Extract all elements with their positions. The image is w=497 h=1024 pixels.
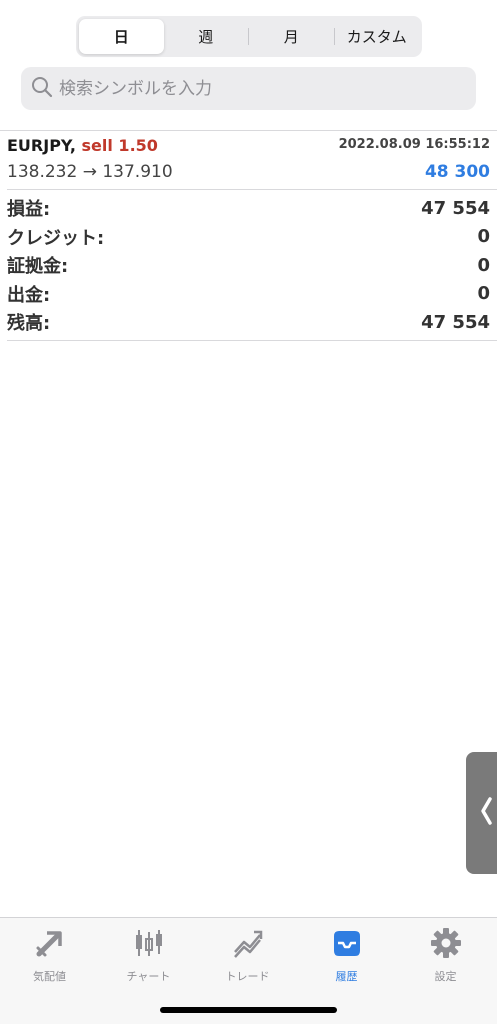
divider — [7, 189, 497, 190]
summary-value: 0 — [477, 283, 490, 305]
summary-label: 証拠金: — [7, 256, 69, 278]
search-input[interactable] — [59, 78, 459, 99]
summary-label: クレジット: — [7, 227, 105, 249]
candlestick-icon — [132, 926, 166, 964]
tab-chart[interactable]: チャート — [99, 926, 198, 984]
tab-label: 気配値 — [33, 970, 66, 983]
trade-side-size: sell 1.50 — [81, 136, 158, 155]
summary-section: 損益: 47 554 クレジット: 0 証拠金: 0 出金: 0 残高: 47 … — [7, 194, 490, 337]
chevron-left-icon — [479, 796, 493, 830]
tab-settings[interactable]: 設定 — [396, 926, 495, 984]
summary-row-credit: クレジット: 0 — [7, 223, 490, 252]
summary-value: 0 — [477, 254, 490, 276]
tab-week[interactable]: 週 — [164, 19, 249, 54]
trade-profit: 48 300 — [424, 162, 490, 182]
inbox-tray-icon — [330, 926, 364, 964]
trade-symbol: EURJPY, sell 1.50 — [7, 136, 158, 155]
divider — [7, 340, 497, 341]
tab-label: チャート — [126, 970, 171, 983]
summary-row-deposit: 証拠金: 0 — [7, 251, 490, 280]
history-trade-row[interactable]: EURJPY, sell 1.50 2022.08.09 16:55:12 13… — [0, 131, 497, 189]
summary-row-balance: 残高: 47 554 — [7, 308, 490, 337]
summary-label: 残高: — [7, 313, 51, 335]
quotes-arrow-icon — [33, 926, 67, 964]
search-icon — [31, 76, 53, 102]
summary-value: 0 — [477, 226, 490, 248]
summary-value: 47 554 — [421, 311, 490, 333]
tab-label: 設定 — [434, 970, 457, 983]
symbol-name: EURJPY, — [7, 136, 76, 155]
tab-day[interactable]: 日 — [79, 19, 164, 54]
gear-icon — [429, 926, 463, 964]
trade-prices: 138.232 → 137.910 — [7, 162, 173, 182]
tab-history[interactable]: 履歴 — [297, 926, 396, 984]
tab-trade[interactable]: トレード — [198, 926, 297, 984]
home-indicator — [160, 1007, 337, 1013]
summary-row-withdrawal: 出金: 0 — [7, 280, 490, 309]
summary-value: 47 554 — [421, 197, 490, 219]
summary-label: 出金: — [7, 284, 51, 306]
tab-custom[interactable]: カスタム — [335, 19, 420, 54]
period-segmented-control: 日 週 月 カスタム — [76, 16, 422, 57]
search-bar[interactable] — [21, 67, 476, 110]
trade-trend-icon — [231, 926, 265, 964]
summary-row-profit: 損益: 47 554 — [7, 194, 490, 223]
tab-month[interactable]: 月 — [249, 19, 334, 54]
side-panel-handle[interactable] — [466, 752, 497, 874]
tab-label: 履歴 — [335, 970, 358, 983]
tab-quotes[interactable]: 気配値 — [0, 926, 99, 984]
summary-label: 損益: — [7, 199, 51, 221]
trade-datetime: 2022.08.09 16:55:12 — [338, 137, 490, 152]
tab-label: トレード — [225, 970, 270, 983]
